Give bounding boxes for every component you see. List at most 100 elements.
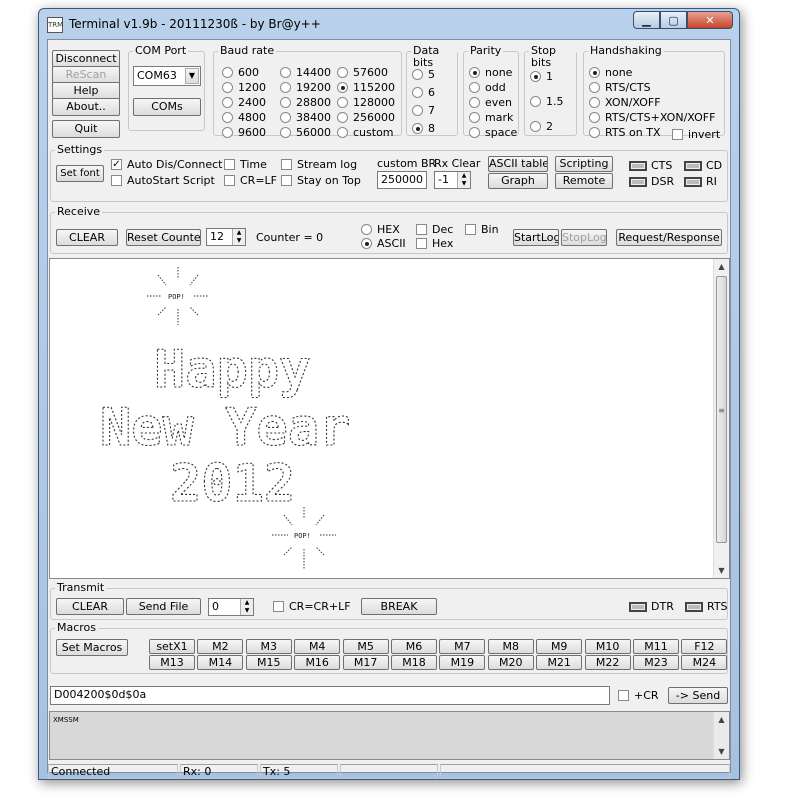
baud-radio-9600[interactable]: 9600 [222,126,266,139]
macro-button-m22[interactable]: M22 [584,655,631,670]
data-bits-radio-6[interactable]: 6 [412,86,435,99]
macro-button-m7[interactable]: M7 [439,639,486,654]
coms-button[interactable]: COMs [133,98,201,116]
scroll-thumb[interactable]: ≡ [716,276,727,543]
time-checkbox[interactable]: Time [224,158,267,171]
start-log-button[interactable]: StartLog [513,229,559,246]
baud-radio-custom[interactable]: custom [337,126,394,139]
ascii-table-button[interactable]: ASCII table [488,156,548,172]
scripting-button[interactable]: Scripting [555,156,613,172]
rx-clear-spinner[interactable]: -1 ▲ ▼ [434,171,471,189]
autostart-script-checkbox[interactable]: AutoStart Script [111,174,215,187]
custom-br-input[interactable]: 250000 [377,171,427,189]
request-response-button[interactable]: Request/Response [616,229,722,246]
send-file-button[interactable]: Send File [126,598,201,615]
scroll-down-icon[interactable]: ▼ [714,744,729,759]
baud-radio-1200[interactable]: 1200 [222,81,266,94]
macro-button-m2[interactable]: M2 [197,639,244,654]
spin-arrows-icon[interactable]: ▲ ▼ [240,599,253,615]
invert-checkbox[interactable]: invert [672,128,720,141]
parity-radio-mark[interactable]: mark [469,111,513,124]
macro-button-setx1[interactable]: setX1 [149,639,195,654]
transmit-scrollbar[interactable]: ▲ ▼ [713,712,729,759]
macro-button-f12[interactable]: F12 [681,639,728,654]
send-button[interactable]: -> Send [668,687,728,704]
receive-clear-button[interactable]: CLEAR [56,229,118,246]
quit-button[interactable]: Quit [52,120,120,138]
transmit-clear-button[interactable]: CLEAR [56,598,124,615]
macro-button-m23[interactable]: M23 [633,655,679,670]
cr-crlf-checkbox[interactable]: CR=CR+LF [273,600,351,613]
dec-checkbox[interactable]: Dec [416,223,453,236]
baud-radio-2400[interactable]: 2400 [222,96,266,109]
baud-radio-128000[interactable]: 128000 [337,96,395,109]
macro-button-m15[interactable]: M15 [245,655,292,670]
hex-checkbox[interactable]: Hex [416,237,453,250]
transmit-log-area[interactable]: XMSSM ▲ ▼ [49,711,730,760]
set-macros-button[interactable]: Set Macros [56,639,128,656]
macro-button-m6[interactable]: M6 [391,639,437,654]
counter-spinner[interactable]: 12 ▲ ▼ [206,228,246,246]
macro-button-m20[interactable]: M20 [487,655,534,670]
hex-radio[interactable]: HEX [361,223,400,236]
handshaking-radio-2[interactable]: XON/XOFF [589,96,661,109]
baud-radio-256000[interactable]: 256000 [337,111,395,124]
stop-bits-radio-0[interactable]: 1 [530,70,553,83]
macro-button-m5[interactable]: M5 [342,639,389,654]
scroll-up-icon[interactable]: ▲ [714,259,729,274]
data-bits-radio-8[interactable]: 8 [412,122,435,135]
baud-radio-57600[interactable]: 57600 [337,66,388,79]
ascii-radio[interactable]: ASCII [361,237,406,250]
parity-radio-none[interactable]: none [469,66,512,79]
reset-counter-button[interactable]: Reset Counter [126,229,201,246]
baud-radio-19200[interactable]: 19200 [280,81,331,94]
send-input[interactable]: D004200$0d$0a [50,686,610,705]
data-bits-radio-5[interactable]: 5 [412,68,435,81]
macro-button-m21[interactable]: M21 [536,655,583,670]
parity-radio-odd[interactable]: odd [469,81,506,94]
macro-button-m3[interactable]: M3 [245,639,292,654]
set-font-button[interactable]: Set font [56,165,104,182]
title-bar[interactable]: TRM Terminal v1.9b - 20111230ß - by Br@y… [39,9,739,39]
macro-button-m9[interactable]: M9 [536,639,583,654]
baud-radio-56000[interactable]: 56000 [280,126,331,139]
plus-cr-checkbox[interactable]: +CR [618,689,659,702]
minimize-button[interactable]: ▁ [633,11,660,29]
handshaking-radio-1[interactable]: RTS/CTS [589,81,651,94]
bin-checkbox[interactable]: Bin [465,223,499,236]
macro-button-m16[interactable]: M16 [294,655,341,670]
scroll-up-icon[interactable]: ▲ [714,712,729,727]
data-bits-radio-7[interactable]: 7 [412,104,435,117]
remote-button[interactable]: Remote [555,173,613,189]
receive-scrollbar[interactable]: ▲ ≡ ▼ [713,259,729,578]
macro-button-m24[interactable]: M24 [681,655,728,670]
cr-lf-checkbox[interactable]: CR=LF [224,174,277,187]
com-port-select[interactable]: COM63 ▼ [133,66,201,86]
macro-button-m8[interactable]: M8 [487,639,534,654]
maximize-button[interactable]: ▢ [660,11,687,29]
macro-button-m4[interactable]: M4 [294,639,341,654]
about-button[interactable]: About.. [52,98,120,116]
handshaking-radio-4[interactable]: RTS on TX [589,126,661,139]
auto-dis-connect-checkbox[interactable]: ✓ Auto Dis/Connect [111,158,222,171]
parity-radio-space[interactable]: space [469,126,517,139]
handshaking-radio-3[interactable]: RTS/CTS+XON/XOFF [589,111,715,124]
parity-radio-even[interactable]: even [469,96,512,109]
spin-arrows-icon[interactable]: ▲ ▼ [457,172,470,188]
macro-button-m14[interactable]: M14 [197,655,244,670]
macro-button-m13[interactable]: M13 [149,655,195,670]
stream-log-checkbox[interactable]: Stream log [281,158,357,171]
stay-on-top-checkbox[interactable]: Stay on Top [281,174,361,187]
transmit-spinner[interactable]: 0 ▲ ▼ [208,598,254,616]
handshaking-radio-0[interactable]: none [589,66,632,79]
dtr-indicator[interactable]: DTR [629,600,674,613]
stop-bits-radio-2[interactable]: 2 [530,120,553,133]
baud-radio-14400[interactable]: 14400 [280,66,331,79]
stop-bits-radio-1[interactable]: 1.5 [530,95,564,108]
receive-text-area[interactable]: POP! Happy New Year 2012 POP! ▲ ≡ ▼ [49,258,730,579]
baud-radio-115200[interactable]: 115200 [337,81,395,94]
stop-log-button[interactable]: StopLog [561,229,607,246]
scroll-down-icon[interactable]: ▼ [714,563,729,578]
break-button[interactable]: BREAK [361,598,437,615]
macro-button-m18[interactable]: M18 [391,655,437,670]
